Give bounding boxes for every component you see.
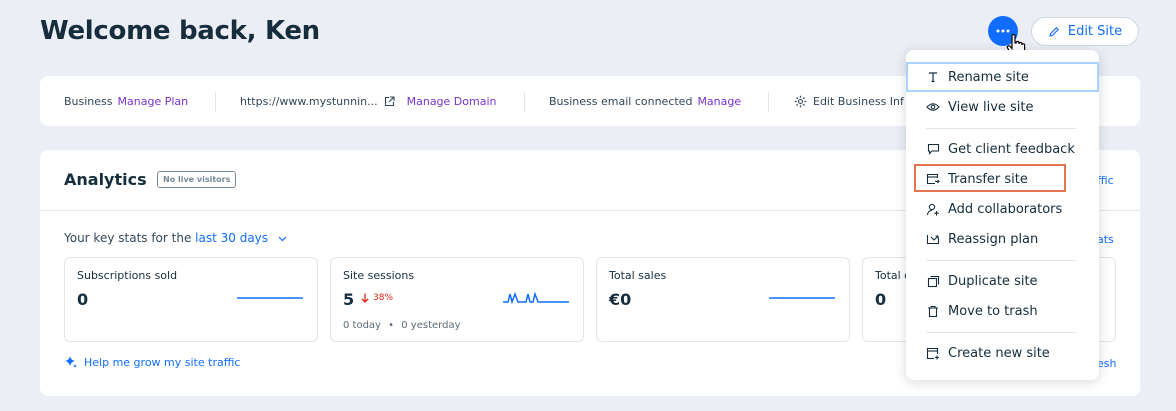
- traffic-link[interactable]: ffic: [1097, 174, 1114, 187]
- stat-change: 38%: [361, 293, 393, 303]
- duplicate-icon: [927, 275, 939, 287]
- trash-icon: [928, 305, 938, 317]
- edit-site-button[interactable]: Edit Site: [1031, 17, 1139, 46]
- stat-yesterday: 0 yesterday: [401, 320, 461, 331]
- stat-today: 0 today: [343, 320, 381, 331]
- stats-link[interactable]: ats: [1097, 233, 1114, 246]
- divider: [524, 92, 525, 112]
- stat-subtext: 0 today • 0 yesterday: [343, 320, 461, 331]
- stat-label: Total sales: [609, 269, 667, 282]
- divider: [215, 92, 216, 112]
- domain-url[interactable]: https://www.mystunnin...: [240, 95, 378, 108]
- manage-domain-link[interactable]: Manage Domain: [407, 95, 497, 108]
- chat-icon: [927, 143, 939, 155]
- manage-plan-link[interactable]: Manage Plan: [118, 95, 189, 108]
- edit-site-label: Edit Site: [1067, 24, 1123, 39]
- eye-icon: [926, 103, 940, 111]
- reassign-icon: [926, 235, 940, 245]
- live-visitors-badge: No live visitors: [157, 171, 237, 188]
- stat-value: 0: [77, 290, 89, 309]
- grow-traffic-link[interactable]: Help me grow my site traffic: [64, 355, 240, 369]
- page-title: Welcome back, Ken: [40, 16, 320, 46]
- stat-card-subscriptions[interactable]: Subscriptions sold 0: [64, 257, 318, 342]
- period-dropdown[interactable]: last 30 days: [195, 231, 268, 245]
- menu-item-transfer-site[interactable]: Transfer site: [906, 164, 1099, 194]
- stat-label: Subscriptions sold: [77, 269, 178, 282]
- email-status: Business email connected: [549, 94, 693, 108]
- stat-value: €0: [609, 290, 632, 309]
- menu-item-reassign-plan[interactable]: Reassign plan: [906, 224, 1099, 254]
- menu-item-view-live-site[interactable]: View live site: [906, 92, 1099, 122]
- stat-value: 5: [343, 290, 355, 309]
- text-icon: [929, 72, 937, 83]
- chevron-down-icon[interactable]: [278, 236, 287, 242]
- analytics-title: Analytics: [64, 170, 147, 189]
- menu-divider: [926, 260, 1076, 261]
- key-stats-heading: Your key stats for the last 30 days: [64, 231, 287, 245]
- stat-change-value: 38%: [373, 293, 394, 303]
- menu-item-duplicate-site[interactable]: Duplicate site: [906, 266, 1099, 296]
- site-actions-menu: Rename site View live site Get client fe…: [906, 50, 1099, 380]
- more-dots-icon: [996, 29, 1010, 33]
- edit-business-info[interactable]: Edit Business Inf: [794, 76, 904, 126]
- menu-item-label: Move to trash: [948, 303, 1038, 319]
- edit-business-info-label: Edit Business Inf: [813, 94, 904, 108]
- grow-traffic-label: Help me grow my site traffic: [84, 355, 241, 369]
- menu-item-label: Get client feedback: [948, 141, 1075, 157]
- manage-email-link[interactable]: Manage: [697, 95, 741, 108]
- menu-item-create-new-site[interactable]: Create new site: [906, 338, 1099, 368]
- divider: [768, 92, 769, 112]
- menu-divider: [926, 128, 1076, 129]
- menu-item-label: Add collaborators: [948, 201, 1063, 217]
- stat-label: Site sessions: [343, 269, 415, 282]
- plan-label: Business: [64, 94, 113, 108]
- plan-section: Business Manage Plan: [64, 76, 188, 126]
- menu-divider: [926, 332, 1076, 333]
- menu-item-label: Duplicate site: [948, 273, 1038, 289]
- sparkline: [769, 297, 835, 299]
- arrow-down-icon: [361, 293, 369, 303]
- stat-card-sales[interactable]: Total sales €0: [596, 257, 850, 342]
- menu-item-rename-site[interactable]: Rename site: [906, 62, 1099, 92]
- external-link-icon[interactable]: [384, 95, 395, 107]
- menu-item-add-collaborators[interactable]: Add collaborators: [906, 194, 1099, 224]
- sparkline: [237, 297, 303, 299]
- refresh-link[interactable]: esh: [1097, 357, 1116, 370]
- sparkle-icon: [65, 356, 77, 368]
- email-section: Business email connected Manage: [549, 76, 741, 126]
- gear-icon: [794, 95, 807, 107]
- menu-item-label: Create new site: [948, 345, 1050, 361]
- menu-item-get-client-feedback[interactable]: Get client feedback: [906, 134, 1099, 164]
- menu-item-label: Rename site: [948, 69, 1029, 85]
- stat-value: 0: [875, 290, 887, 309]
- menu-item-label: View live site: [948, 99, 1034, 115]
- sparkline: [503, 291, 569, 304]
- new-site-icon: [926, 347, 939, 359]
- pencil-icon: [1049, 26, 1059, 37]
- stat-card-sessions[interactable]: Site sessions 5 38% 0 today • 0 yesterda…: [330, 257, 584, 342]
- domain-section: https://www.mystunnin... Manage Domain: [240, 76, 496, 126]
- highlight-box: [914, 164, 1066, 192]
- menu-item-label: Reassign plan: [948, 231, 1039, 247]
- add-person-icon: [926, 203, 939, 215]
- menu-item-move-to-trash[interactable]: Move to trash: [906, 296, 1099, 326]
- key-stats-prefix: Your key stats for the: [64, 231, 192, 245]
